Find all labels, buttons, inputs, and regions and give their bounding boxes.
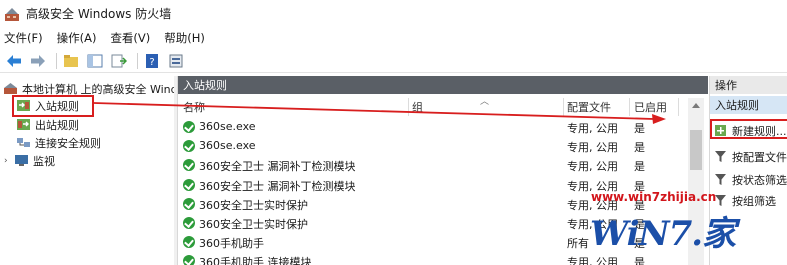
rule-enabled: 是	[634, 160, 645, 174]
outbound-rules-icon	[16, 118, 31, 131]
watermark-logo: WiN7.家	[590, 214, 736, 254]
enabled-check-icon	[183, 121, 195, 133]
firewall-window: 高级安全 Windows 防火墙 文件(F) 操作(A) 查看(V) 帮助(H)…	[0, 0, 787, 265]
rule-profile: 专用, 公用	[567, 122, 618, 135]
action-filter-group-label: 按组筛选	[732, 194, 776, 208]
menu-help[interactable]: 帮助(H)	[164, 30, 205, 46]
rule-profile: 专用, 公用	[567, 256, 618, 265]
back-icon[interactable]	[4, 51, 24, 71]
enabled-check-icon	[183, 178, 195, 191]
rule-name: 360安全卫士实时保护	[199, 218, 308, 231]
menu-bar: 文件(F) 操作(A) 查看(V) 帮助(H)	[0, 28, 787, 48]
toolbar-separator	[137, 52, 138, 69]
properties-icon[interactable]	[166, 51, 186, 71]
rule-name: 360手机助手	[199, 237, 264, 251]
rule-row[interactable]: 360se.exe 专用, 公用 是	[178, 118, 693, 137]
column-separator[interactable]	[678, 98, 679, 116]
action-filter-by-profile[interactable]: 按配置文件	[714, 148, 787, 165]
scroll-thumb[interactable]	[690, 130, 702, 170]
sort-up-icon: ︿	[480, 97, 490, 107]
monitor-icon	[14, 154, 29, 167]
enabled-check-icon	[183, 159, 195, 172]
firewall-root-icon	[3, 82, 18, 95]
tree-item-connection-label: 连接安全规则	[35, 136, 101, 150]
toolbar: ?	[0, 49, 787, 73]
tree-item-connection-security[interactable]: 连接安全规则	[16, 134, 101, 151]
column-separator[interactable]	[629, 98, 630, 116]
help-icon[interactable]: ?	[142, 51, 162, 71]
show-hide-tree-icon[interactable]	[85, 51, 105, 71]
tree-item-outbound-rules[interactable]: 出站规则	[16, 116, 79, 133]
rule-profile: 专用, 公用	[567, 141, 618, 155]
rule-profile: 所有	[567, 237, 589, 251]
rule-name: 360安全卫士 漏洞补丁检测模块	[199, 179, 356, 193]
rule-name: 360se.exe	[199, 120, 256, 133]
up-folder-icon[interactable]	[61, 51, 81, 71]
action-filter-state-label: 按状态筛选	[732, 173, 787, 187]
rule-enabled: 是	[634, 141, 645, 155]
rule-name: 360安全卫士实时保护	[199, 198, 308, 212]
rule-enabled: 是	[634, 122, 645, 135]
enabled-check-icon	[183, 140, 195, 153]
enabled-check-icon	[183, 255, 195, 265]
enabled-check-icon	[183, 197, 195, 210]
filter-icon	[714, 173, 727, 186]
forward-icon[interactable]	[28, 51, 48, 71]
enabled-check-icon	[183, 236, 195, 249]
svg-text:?: ?	[149, 57, 154, 68]
scroll-up-icon[interactable]	[692, 103, 700, 108]
firewall-app-icon	[4, 6, 20, 22]
rule-row[interactable]: 360安全卫士 漏洞补丁检测模块 专用, 公用 是	[178, 156, 693, 175]
column-separator[interactable]	[563, 98, 564, 116]
column-header-group[interactable]: 组	[412, 98, 423, 116]
column-separator[interactable]	[408, 98, 409, 116]
filter-icon	[714, 150, 727, 163]
rule-row[interactable]: 360se.exe 专用, 公用 是	[178, 137, 693, 156]
rules-pane-header: 入站规则	[178, 76, 708, 94]
action-filter-profile-label: 按配置文件	[732, 150, 787, 164]
rule-profile: 专用, 公用	[567, 160, 618, 174]
column-header-name[interactable]: 名称	[183, 98, 205, 116]
annotation-highlight-inbound	[12, 95, 94, 117]
tree-item-monitor-label: 监视	[33, 154, 55, 168]
watermark-url: www.win7zhijia.cn	[591, 190, 717, 204]
title-bar: 高级安全 Windows 防火墙	[0, 0, 787, 27]
menu-action[interactable]: 操作(A)	[57, 30, 97, 46]
tree-item-outbound-label: 出站规则	[35, 118, 79, 132]
column-header-enabled[interactable]: 已启用	[634, 98, 667, 116]
window-title: 高级安全 Windows 防火墙	[26, 7, 172, 21]
action-filter-by-state[interactable]: 按状态筛选	[714, 171, 787, 188]
annotation-highlight-new-rule	[710, 119, 787, 139]
tree-item-monitor[interactable]: › 监视	[4, 152, 55, 169]
column-header-profile[interactable]: 配置文件	[567, 98, 611, 116]
menu-view[interactable]: 查看(V)	[110, 30, 150, 46]
rule-enabled: 是	[634, 256, 645, 265]
rule-name: 360手机助手 连接模块	[199, 256, 312, 265]
expand-chevron-icon[interactable]: ›	[4, 156, 14, 166]
connection-security-icon	[16, 136, 31, 149]
enabled-check-icon	[183, 217, 195, 229]
rule-name: 360安全卫士 漏洞补丁检测模块	[199, 160, 356, 174]
toolbar-separator	[56, 52, 57, 69]
actions-header: 操作	[710, 76, 787, 94]
actions-section-inbound[interactable]: 入站规则	[710, 96, 787, 114]
rule-name: 360se.exe	[199, 139, 256, 153]
menu-file[interactable]: 文件(F)	[4, 30, 43, 46]
export-list-icon[interactable]	[109, 51, 129, 71]
